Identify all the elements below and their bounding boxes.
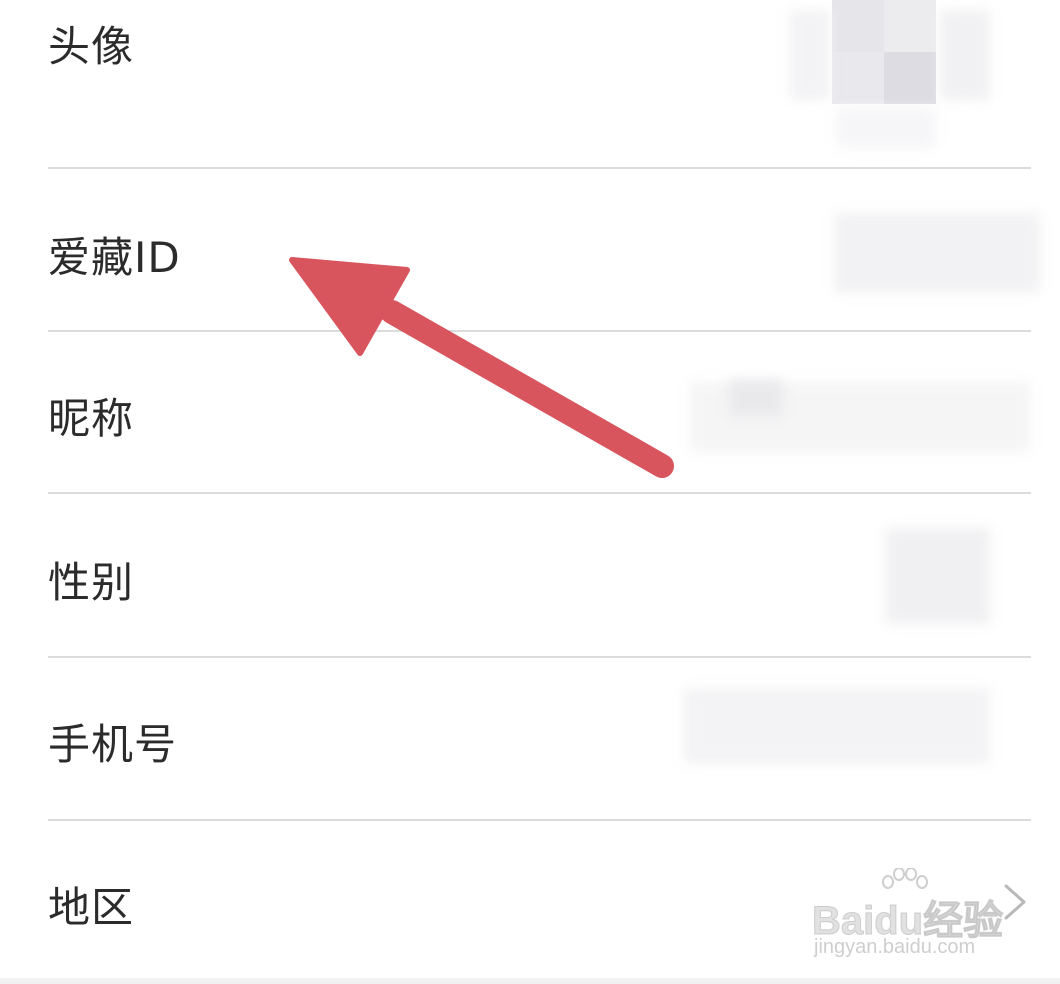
settings-row-gender[interactable]: 性别 xyxy=(0,494,1060,656)
avatar-blur-shadow xyxy=(836,108,936,148)
settings-row-phone[interactable]: 手机号 xyxy=(0,658,1060,820)
baidu-watermark: Baidu经验 jingyan.baidu.com xyxy=(811,868,1012,964)
row-label-region: 地区 xyxy=(48,883,135,932)
bottom-edge xyxy=(0,978,1060,984)
row-label-phone: 手机号 xyxy=(48,720,178,769)
row-label-nickname: 昵称 xyxy=(48,394,135,443)
avatar-blur-edge xyxy=(940,10,990,100)
settings-row-nickname[interactable]: 昵称 xyxy=(0,332,1060,492)
row-label-avatar: 头像 xyxy=(48,22,135,71)
avatar[interactable] xyxy=(832,0,936,104)
avatar-blur-edge xyxy=(790,10,830,100)
watermark-url: jingyan.baidu.com xyxy=(814,936,976,958)
redacted-value xyxy=(886,528,990,624)
row-label-id: 爱藏ID xyxy=(48,233,181,282)
redacted-value xyxy=(684,688,990,764)
settings-row-avatar[interactable]: 头像 xyxy=(0,0,1060,168)
row-label-gender: 性别 xyxy=(48,558,135,607)
redacted-value xyxy=(834,213,1040,293)
profile-settings-list: 头像 爱藏ID 昵称 性别 手机号 地区 Baidu经验 jingyan.bai… xyxy=(0,0,1060,984)
settings-row-id[interactable]: 爱藏ID xyxy=(0,169,1060,330)
redacted-value-block xyxy=(730,380,782,416)
